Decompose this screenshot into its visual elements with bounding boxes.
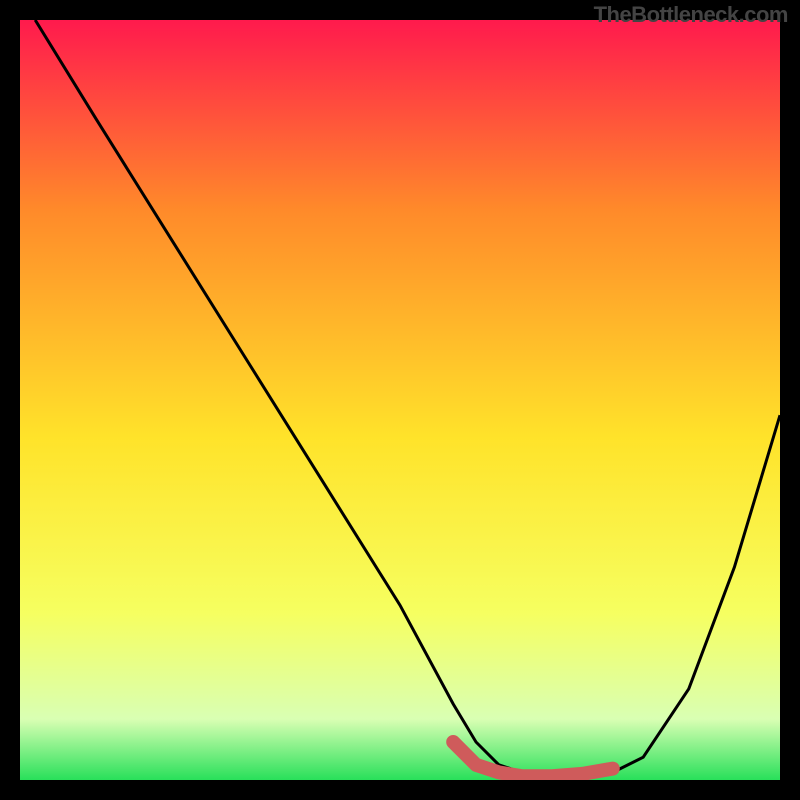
gradient-background [20, 20, 780, 780]
chart-frame: { "watermark": "TheBottleneck.com", "cha… [0, 0, 800, 800]
plot-area [20, 20, 780, 780]
watermark: TheBottleneck.com [594, 2, 788, 28]
chart-svg [20, 20, 780, 780]
